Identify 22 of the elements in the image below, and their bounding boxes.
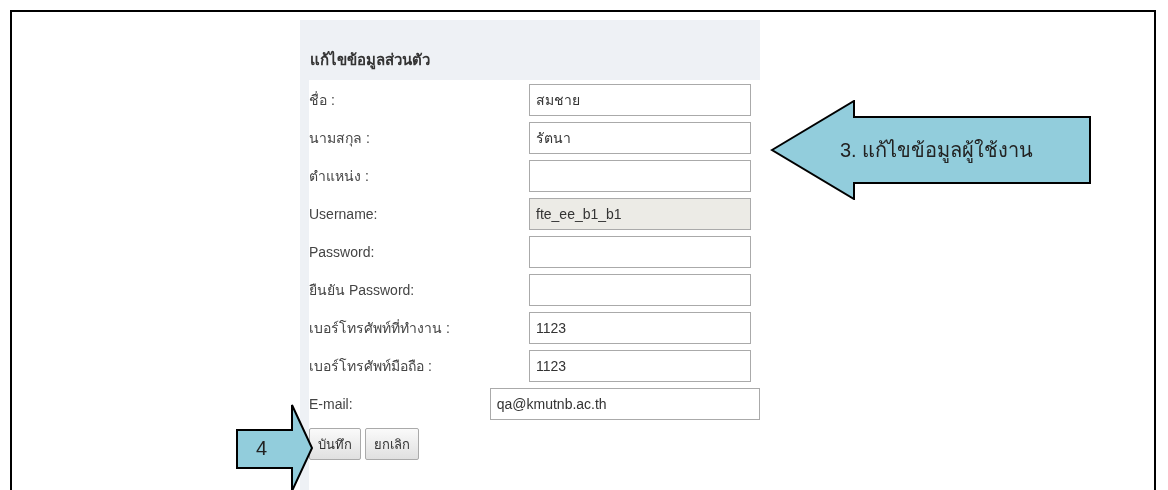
input-field[interactable] [529, 236, 751, 268]
field-label: ชื่อ : [309, 90, 336, 110]
field-label: นามสกุล : [309, 129, 371, 149]
cancel-button[interactable]: ยกเลิก [365, 428, 419, 460]
input-field[interactable] [529, 274, 751, 306]
callout-text: 3. แก้ไขข้อมูลผู้ใช้งาน [840, 138, 1034, 165]
field-label: ตำแหน่ง : [309, 167, 370, 186]
field-label: เบอร์โทรศัพท์มือถือ : [309, 357, 433, 376]
input-field[interactable]: qa@kmutnb.ac.th [489, 388, 760, 420]
save-button[interactable]: บันทึก [309, 428, 361, 460]
field-label: E-mail: [309, 396, 354, 412]
input-field[interactable]: 1123 [529, 312, 751, 344]
input-field[interactable] [529, 160, 751, 192]
input-field[interactable]: 1123 [529, 350, 751, 382]
input-field[interactable]: สมชาย [529, 84, 751, 116]
callout-text: 4 [256, 436, 268, 460]
input-field[interactable]: รัตนา [529, 122, 751, 154]
field-label: เบอร์โทรศัพท์ที่ทำงาน : [309, 318, 451, 338]
field-label: ยืนยัน Password: [309, 281, 416, 300]
field-label: Username: [309, 206, 379, 222]
form-title: แก้ไขข้อมูลส่วนตัว [309, 49, 431, 72]
field-label: Password: [309, 244, 376, 260]
